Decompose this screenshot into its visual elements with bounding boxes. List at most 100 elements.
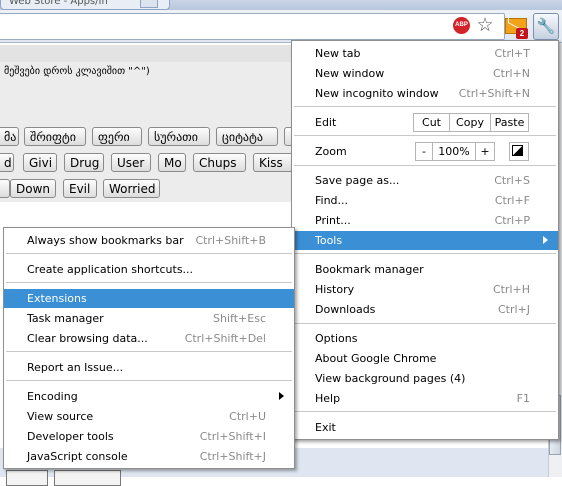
menu-item-label: New window [315,67,385,80]
menu-item-extensions[interactable]: Extensions [4,289,294,308]
smiley-button[interactable]: Givi [23,153,57,172]
menu-separator [294,323,556,324]
smiley-button[interactable] [0,179,10,198]
menu-item-label: Extensions [27,292,87,305]
smiley-button[interactable]: d [0,153,14,172]
menu-item-help[interactable]: Help F1 [292,389,558,408]
menu-item-label: Exit [315,421,336,434]
adblock-icon[interactable]: ABP [453,17,470,34]
menu-separator [294,135,556,136]
footer-button[interactable] [6,470,48,486]
menu-separator [6,380,292,381]
zoom-level: 100% [432,142,476,161]
menu-item-label: New incognito window [315,87,439,100]
menu-item-encoding[interactable]: Encoding [4,387,294,406]
menu-item-save-page[interactable]: Save page as... Ctrl+S [292,171,558,190]
menu-item-label: Always show bookmarks bar [27,234,184,247]
font-button[interactable]: შრიფტი [24,127,86,146]
menu-item-label: Create application shortcuts... [27,263,194,276]
menu-item-report-issue[interactable]: Report an Issue... [4,358,294,377]
menu-item-new-tab[interactable]: New tab Ctrl+T [292,44,558,63]
menu-separator [6,253,292,254]
menu-separator [294,411,556,412]
smiley-button[interactable]: User [111,153,151,172]
quote-button[interactable]: ციტატა [216,127,278,146]
wrench-menu-icon[interactable]: 🔧 [533,13,559,40]
menu-item-view-source[interactable]: View source Ctrl+U [4,407,294,426]
smiley-button[interactable]: Chups [193,153,246,172]
smiley-button[interactable]: Mo [158,153,186,172]
submenu-arrow-icon [543,236,548,244]
menu-item-tools[interactable]: Tools [292,231,558,250]
menu-item-shortcut: Ctrl+J [497,303,530,316]
menu-item-shortcut: Ctrl+N [492,67,530,80]
menu-item-label: Zoom [315,145,347,158]
menu-item-shortcut: Ctrl+Shift+I [199,430,266,443]
address-bar[interactable] [0,13,505,40]
menu-item-label: View source [27,410,94,423]
smiley-button[interactable]: Evil [63,179,97,198]
smiley-button[interactable]: Kiss [253,153,293,172]
menu-item-shortcut: Ctrl+U [229,410,266,423]
menu-separator [6,282,292,283]
zoom-out-button[interactable]: - [415,142,433,161]
menu-item-js-console[interactable]: JavaScript console Ctrl+Shift+J [4,447,294,466]
menu-item-shortcut: Ctrl+F [494,194,530,207]
bookmark-star-icon[interactable]: ☆ [474,13,496,37]
menu-item-edit: Edit Cut Copy Paste [292,113,558,132]
menu-item-new-incognito[interactable]: New incognito window Ctrl+Shift+N [292,84,558,103]
footer-button[interactable] [54,470,121,486]
smiley-button[interactable]: Drug [64,153,104,172]
menu-item-label: JavaScript console [27,450,128,463]
menu-item-shortcut: Ctrl+Shift+B [195,234,266,247]
format-button[interactable]: მა [0,127,19,146]
smiley-button[interactable]: Down [10,179,56,198]
menu-item-label: About Google Chrome [315,352,437,365]
menu-item-app-shortcuts[interactable]: Create application shortcuts... [4,260,294,279]
mail-count-badge: 2 [516,28,528,39]
paste-button[interactable]: Paste [490,113,529,132]
menu-item-label: New tab [315,47,361,60]
menu-item-shortcut: Ctrl+Shift+Del [184,332,266,345]
menu-item-history[interactable]: History Ctrl+H [292,280,558,299]
menu-item-new-window[interactable]: New window Ctrl+N [292,64,558,83]
menu-item-shortcut: Shift+Esc [213,312,266,325]
menu-item-label: View background pages (4) [315,372,466,385]
menu-item-label: Clear browsing data... [27,332,148,345]
menu-item-label: Encoding [27,390,78,403]
menu-item-shortcut: Ctrl+T [494,47,530,60]
color-button[interactable]: ფერი [92,127,142,146]
smiley-button[interactable]: Worried [103,179,160,198]
menu-item-about[interactable]: About Google Chrome [292,349,558,368]
menu-item-label: Bookmark manager [315,263,424,276]
menu-item-downloads[interactable]: Downloads Ctrl+J [292,300,558,319]
menu-item-shortcut: Ctrl+S [494,174,530,187]
menu-item-shortcut: Ctrl+Shift+N [458,87,530,100]
menu-item-exit[interactable]: Exit [292,418,558,437]
menu-item-label: Print... [315,214,351,227]
image-button[interactable]: სურათი [148,127,210,146]
menu-item-find[interactable]: Find... Ctrl+F [292,191,558,210]
cut-button[interactable]: Cut [413,113,450,132]
menu-item-bookmark-manager[interactable]: Bookmark manager [292,260,558,279]
menu-separator [294,253,556,254]
menu-item-label: Edit [315,116,337,129]
menu-item-label: History [315,283,355,296]
copy-button[interactable]: Copy [449,113,491,132]
tab-strip: Web Store - Apps/Ih [0,0,562,10]
menu-item-task-manager[interactable]: Task manager Shift+Esc [4,309,294,328]
zoom-in-button[interactable]: + [475,142,495,161]
fullscreen-button[interactable] [509,142,529,161]
menu-item-bookmarks-bar[interactable]: Always show bookmarks bar Ctrl+Shift+B [4,231,294,250]
menu-separator [294,165,556,166]
menu-item-shortcut: Ctrl+P [494,214,530,227]
menu-item-dev-tools[interactable]: Developer tools Ctrl+Shift+I [4,427,294,446]
menu-separator [294,106,556,107]
new-tab-button[interactable] [140,0,158,8]
menu-item-shortcut: Ctrl+Shift+J [199,450,266,463]
menu-item-print[interactable]: Print... Ctrl+P [292,211,558,230]
menu-item-options[interactable]: Options [292,329,558,348]
menu-item-background-pages[interactable]: View background pages (4) [292,369,558,388]
menu-item-label: Tools [315,234,343,247]
menu-item-clear-data[interactable]: Clear browsing data... Ctrl+Shift+Del [4,329,294,348]
